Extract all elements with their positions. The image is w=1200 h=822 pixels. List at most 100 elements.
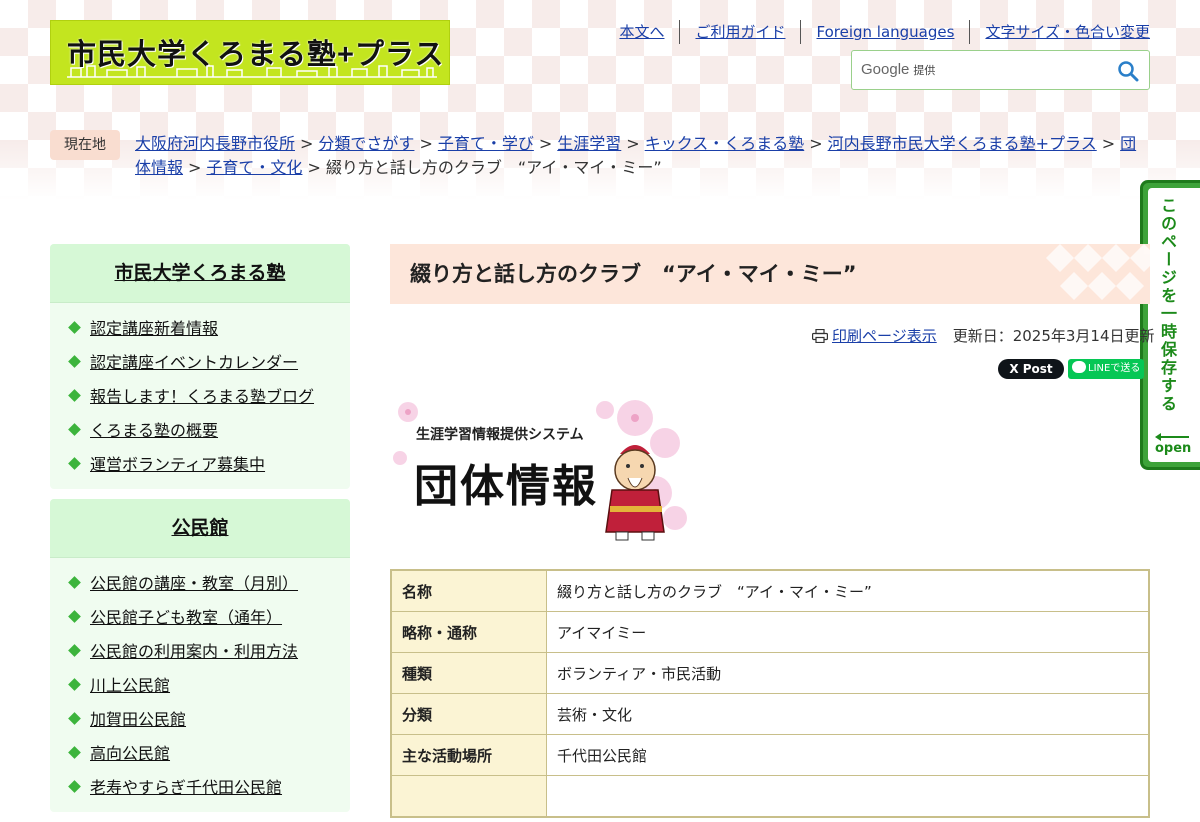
diamond-bullet-icon [68,644,81,657]
sidebar-item[interactable]: 報告します！くろまる塾ブログ [50,383,350,417]
table-row-value: ボランティア・市民活動 [546,652,1150,694]
sidebar-item-label[interactable]: 公民館子ども教室（通年） [90,608,282,627]
breadcrumb-separator: > [1101,134,1116,153]
sidebar-item[interactable]: 川上公民館 [50,672,350,706]
table-row-label: 分類 [390,693,547,735]
util-link-guide[interactable]: ご利用ガイド [679,20,800,44]
sidebar-item-label[interactable]: 老寿やすらぎ千代田公民館 [90,778,282,797]
sidebar-section-kominkan: 公民館 公民館の講座・教室（月別） 公民館子ども教室（通年） 公民館の利用案内・… [50,499,350,812]
utility-nav: 本文へ ご利用ガイド Foreign languages 文字サイズ・色合い変更 [619,20,1150,44]
title-diamond-pattern [1046,244,1150,300]
breadcrumb-link[interactable]: 分類でさがす [318,134,414,153]
table-row: 名称 綴り方と話し方のクラブ “アイ・マイ・ミー” [390,569,1150,612]
sidebar-item-label[interactable]: 公民館の利用案内・利用方法 [90,642,298,661]
breadcrumb: 大阪府河内長野市役所 > 分類でさがす > 子育て・学び > 生涯学習 > キックス・くろまる塾… [135,132,1150,180]
util-link-foreign-languages[interactable]: Foreign languages [800,20,969,44]
table-row: 分類 芸術・文化 [390,693,1150,735]
sidebar-item-label[interactable]: 認定講座イベントカレンダー [90,353,298,372]
sidebar-section-title-link[interactable]: 公民館 [171,517,228,539]
save-page-open-label: open [1155,441,1192,456]
breadcrumb-separator: > [188,158,202,177]
banner-subtitle: 生涯学習情報提供システム [416,427,584,443]
table-row-value [546,775,1150,818]
table-row-label [390,775,547,818]
sidebar-list: 公民館の講座・教室（月別） 公民館子ども教室（通年） 公民館の利用案内・利用方法… [50,558,350,812]
sidebar-item[interactable]: 老寿やすらぎ千代田公民館 [50,774,350,808]
sidebar-item[interactable]: 公民館の利用案内・利用方法 [50,638,350,672]
print-view-link[interactable]: 印刷ページ表示 [832,327,937,345]
sidebar-item[interactable]: 認定講座イベントカレンダー [50,349,350,383]
table-row-label: 略称・通称 [390,611,547,653]
table-row-label: 主な活動場所 [390,734,547,776]
sidebar-section-title: 公民館 [50,499,350,558]
breadcrumb-link[interactable]: 子育て・文化 [206,158,302,177]
sidebar-item-label[interactable]: 報告します！くろまる塾ブログ [90,387,314,406]
site-logo[interactable]: 市民大学くろまる塾+プラス [50,20,450,85]
diamond-bullet-icon [68,355,81,368]
table-row: 主な活動場所 千代田公民館 [390,734,1150,776]
save-page-tab-label: このページを一時保存する [1158,197,1177,413]
table-row-label: 種類 [390,652,547,694]
group-info-banner: 生涯学習情報提供システム 団体情報 [390,398,690,553]
breadcrumb-link[interactable]: 生涯学習 [557,134,621,153]
table-row-label: 名称 [390,569,547,612]
sidebar-item-label[interactable]: 運営ボランティア募集中 [90,455,265,474]
page-meta: 印刷ページ表示 更新日：2025年3月14日更新 [812,325,1155,346]
util-link-text-size-color[interactable]: 文字サイズ・色合い変更 [969,20,1150,44]
sidebar-section-title: 市民大学くろまる塾 [50,244,350,303]
diamond-bullet-icon [68,457,81,470]
breadcrumb-current: 綴り方と話し方のクラブ “アイ・マイ・ミー” [325,158,662,177]
sidebar-item[interactable]: 公民館子ども教室（通年） [50,604,350,638]
breadcrumb-separator: > [538,134,553,153]
table-row-value: アイマイミー [546,611,1150,653]
page-title: 綴り方と話し方のクラブ “アイ・マイ・ミー” [410,262,857,286]
line-logo-icon [1072,361,1086,373]
arrow-left-icon [1155,433,1189,441]
diamond-bullet-icon [68,321,81,334]
sidebar-section-kuromaru: 市民大学くろまる塾 認定講座新着情報 認定講座イベントカレンダー 報告します！く… [50,244,350,489]
diamond-bullet-icon [68,610,81,623]
sidebar: 市民大学くろまる塾 認定講座新着情報 認定講座イベントカレンダー 報告します！く… [50,244,350,822]
search-icon[interactable] [1117,60,1139,82]
sidebar-item-label[interactable]: 高向公民館 [90,744,170,763]
printer-icon [812,329,828,343]
diamond-bullet-icon [68,780,81,793]
sidebar-item-label[interactable]: 加賀田公民館 [90,710,186,729]
breadcrumb-link[interactable]: 大阪府河内長野市役所 [135,134,295,153]
sidebar-section-title-link[interactable]: 市民大学くろまる塾 [114,262,285,284]
table-row-value: 千代田公民館 [546,734,1150,776]
diamond-bullet-icon [68,389,81,402]
page-title-bar: 綴り方と話し方のクラブ “アイ・マイ・ミー” [390,244,1150,304]
sidebar-list: 認定講座新着情報 認定講座イベントカレンダー 報告します！くろまる塾ブログ くろ… [50,303,350,489]
breadcrumb-link[interactable]: 子育て・学び [438,134,534,153]
logo-cityscape-graphic [67,65,437,78]
breadcrumb-separator: > [307,158,321,177]
sidebar-item[interactable]: 高向公民館 [50,740,350,774]
sidebar-item-label[interactable]: くろまる塾の概要 [90,421,218,440]
breadcrumb-separator: > [300,134,314,153]
sidebar-item[interactable]: 認定講座新着情報 [50,315,350,349]
breadcrumb-link[interactable]: キックス・くろまる塾 [645,134,805,153]
util-link-skip-to-content[interactable]: 本文へ [619,20,679,44]
breadcrumb-link[interactable]: 河内長野市民大学くろまる塾+プラス [828,134,1097,153]
sidebar-item[interactable]: くろまる塾の概要 [50,417,350,451]
table-row [390,775,1150,818]
diamond-bullet-icon [68,576,81,589]
table-row: 略称・通称 アイマイミー [390,611,1150,653]
table-row: 種類 ボランティア・市民活動 [390,652,1150,694]
diamond-bullet-icon [68,712,81,725]
sidebar-item[interactable]: 加賀田公民館 [50,706,350,740]
line-share-button[interactable]: LINEで送る [1068,359,1144,379]
sidebar-item-label[interactable]: 認定講座新着情報 [90,319,218,338]
sidebar-item-label[interactable]: 公民館の講座・教室（月別） [90,574,298,593]
sidebar-item[interactable]: 公民館の講座・教室（月別） [50,570,350,604]
updated-date: 更新日：2025年3月14日更新 [952,327,1155,345]
sidebar-item[interactable]: 運営ボランティア募集中 [50,451,350,485]
site-search-input[interactable]: Google 提供 [851,50,1150,90]
group-info-table: 名称 綴り方と話し方のクラブ “アイ・マイ・ミー” 略称・通称 アイマイミー 種類ボ… [390,569,1150,818]
diamond-bullet-icon [68,678,81,691]
sidebar-item-label[interactable]: 川上公民館 [90,676,170,695]
diamond-bullet-icon [68,423,81,436]
breadcrumb-separator: > [419,134,433,153]
x-post-button[interactable]: X Post [998,359,1064,379]
